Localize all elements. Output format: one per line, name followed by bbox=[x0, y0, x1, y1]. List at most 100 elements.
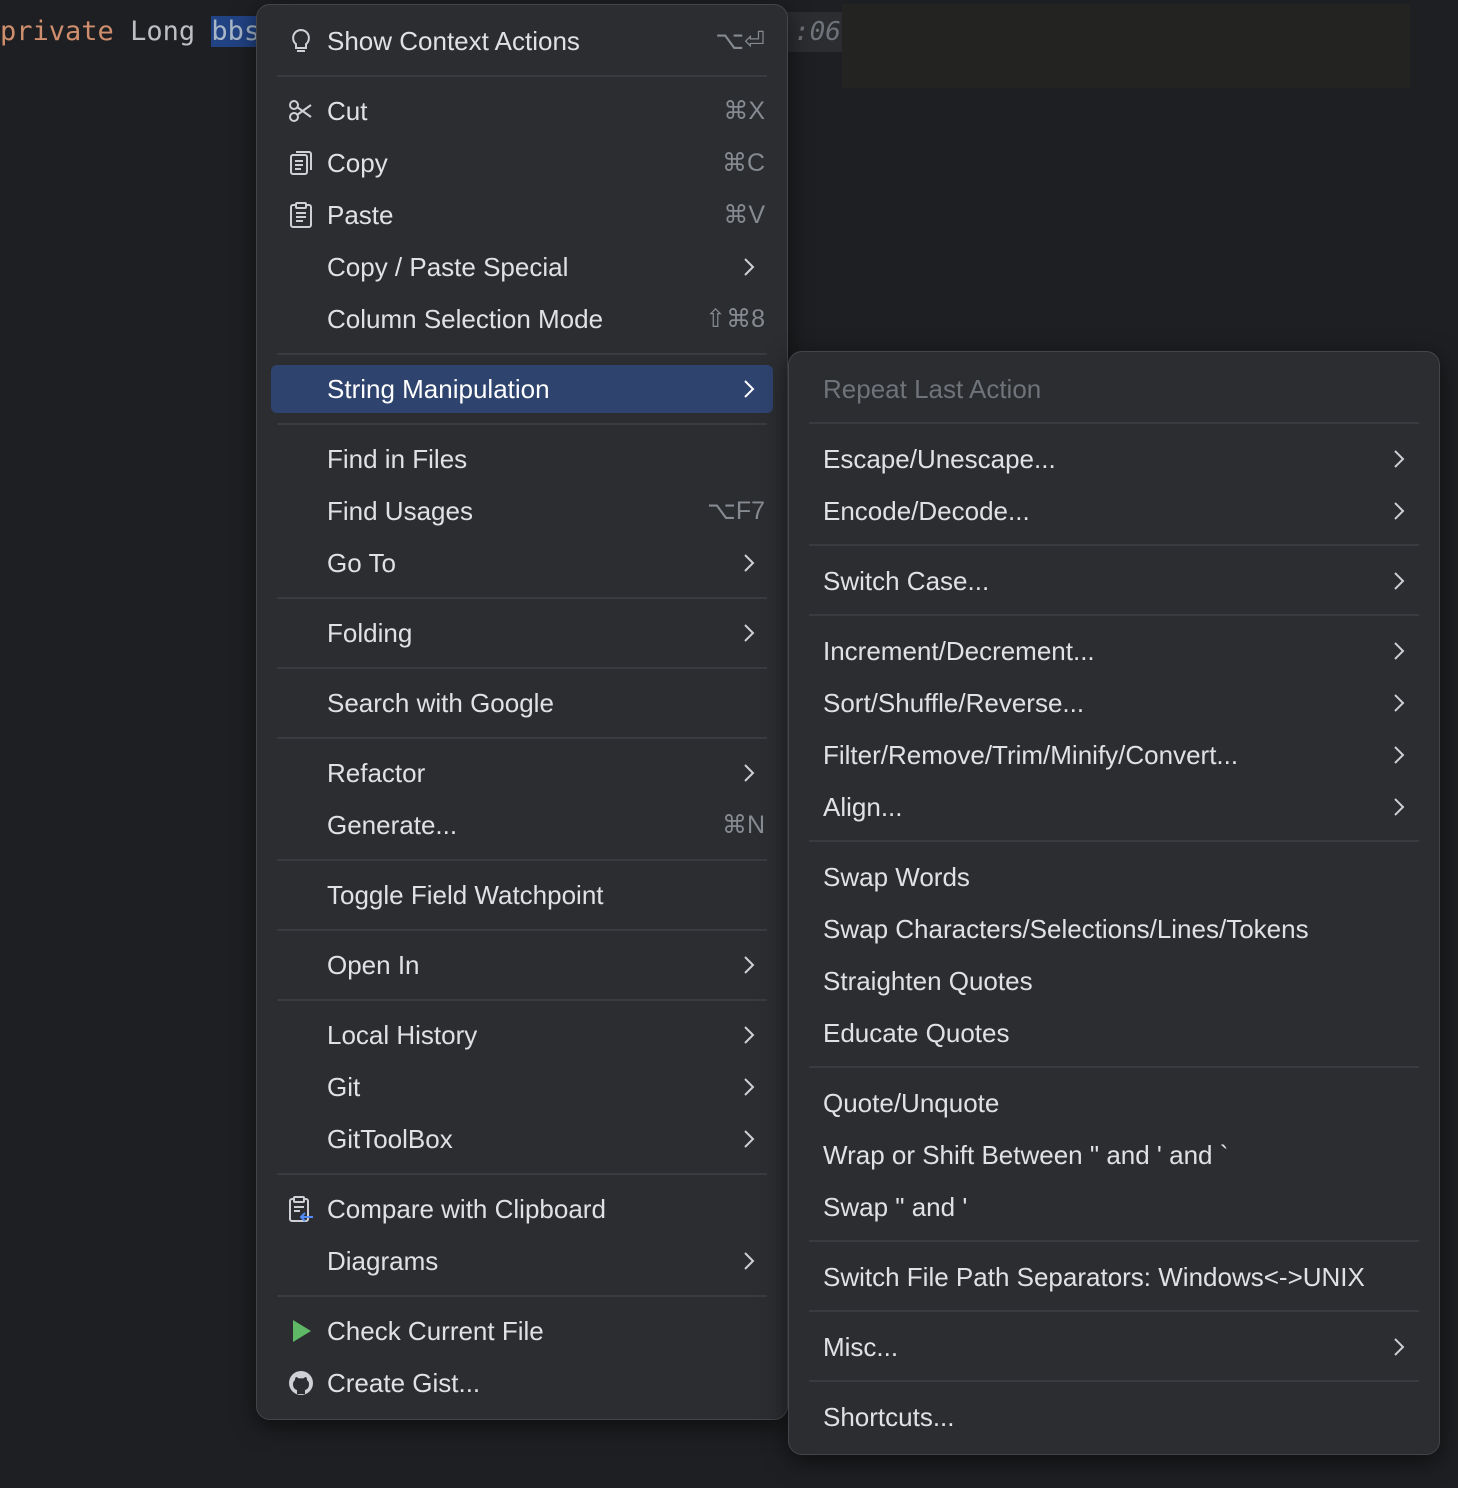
menu-separator bbox=[277, 423, 767, 425]
menu-separator bbox=[809, 422, 1419, 424]
menu-item-label: Git bbox=[327, 1072, 361, 1102]
menu-item-label: Go To bbox=[327, 548, 396, 578]
shortcut-label: ⌘C bbox=[721, 149, 765, 177]
submenu-item-shortcuts[interactable]: Shortcuts... bbox=[809, 1393, 1421, 1441]
menu-item-label: Shortcuts... bbox=[823, 1402, 955, 1432]
submenu-item-swap-quotes[interactable]: Swap " and ' bbox=[809, 1183, 1421, 1231]
github-icon bbox=[289, 1371, 313, 1395]
menu-item-label: Diagrams bbox=[327, 1246, 439, 1276]
menu-item-folding[interactable]: Folding bbox=[271, 609, 773, 657]
menu-item-label: Switch File Path Separators: Windows<->U… bbox=[823, 1262, 1365, 1292]
menu-item-label: Swap Characters/Selections/Lines/Tokens bbox=[823, 914, 1309, 944]
submenu-item-swap-characters[interactable]: Swap Characters/Selections/Lines/Tokens bbox=[809, 905, 1421, 953]
string-manipulation-submenu: Repeat Last Action Escape/Unescape... En… bbox=[788, 351, 1440, 1455]
menu-item-label: Escape/Unescape... bbox=[823, 444, 1056, 474]
menu-item-cut[interactable]: Cut ⌘X bbox=[271, 87, 773, 135]
menu-item-label: Cut bbox=[327, 96, 368, 126]
menu-item-gittoolbox[interactable]: GitToolBox bbox=[271, 1115, 773, 1163]
submenu-item-swap-words[interactable]: Swap Words bbox=[809, 853, 1421, 901]
menu-item-label: Quote/Unquote bbox=[823, 1088, 1000, 1118]
menu-item-string-manipulation[interactable]: String Manipulation bbox=[271, 365, 773, 413]
menu-separator bbox=[277, 999, 767, 1001]
editor-context-menu: Show Context Actions ⌥⏎ Cut ⌘X Copy ⌘C P… bbox=[256, 4, 788, 1420]
compare-clipboard-icon bbox=[289, 1196, 313, 1222]
menu-item-label: Find in Files bbox=[327, 444, 468, 474]
menu-separator bbox=[277, 737, 767, 739]
menu-item-label: Create Gist... bbox=[327, 1368, 481, 1398]
submenu-item-align[interactable]: Align... bbox=[809, 783, 1421, 831]
chevron-right-icon bbox=[744, 258, 755, 276]
submenu-item-misc[interactable]: Misc... bbox=[809, 1323, 1421, 1371]
menu-item-copy[interactable]: Copy ⌘C bbox=[271, 139, 773, 187]
menu-item-label: Toggle Field Watchpoint bbox=[327, 880, 604, 910]
submenu-item-educate-quotes[interactable]: Educate Quotes bbox=[809, 1009, 1421, 1057]
menu-item-label: Search with Google bbox=[327, 688, 554, 718]
menu-item-label: Column Selection Mode bbox=[327, 304, 604, 334]
menu-item-label: Show Context Actions bbox=[327, 26, 580, 56]
menu-item-find-usages[interactable]: Find Usages ⌥F7 bbox=[271, 487, 773, 535]
submenu-item-sort-shuffle-reverse[interactable]: Sort/Shuffle/Reverse... bbox=[809, 679, 1421, 727]
menu-item-copy-paste-special[interactable]: Copy / Paste Special bbox=[271, 243, 773, 291]
menu-item-toggle-field-watchpoint[interactable]: Toggle Field Watchpoint bbox=[271, 871, 773, 919]
chevron-right-icon bbox=[1394, 450, 1405, 468]
menu-item-label: Misc... bbox=[823, 1332, 899, 1362]
menu-item-label: Refactor bbox=[327, 758, 426, 788]
menu-item-label: Wrap or Shift Between " and ' and ` bbox=[823, 1140, 1229, 1170]
menu-separator bbox=[809, 544, 1419, 546]
submenu-item-increment-decrement[interactable]: Increment/Decrement... bbox=[809, 627, 1421, 675]
lightbulb-icon bbox=[292, 28, 310, 52]
submenu-item-switch-case[interactable]: Switch Case... bbox=[809, 557, 1421, 605]
submenu-item-straighten-quotes[interactable]: Straighten Quotes bbox=[809, 957, 1421, 1005]
chevron-right-icon bbox=[744, 1026, 755, 1044]
run-icon bbox=[293, 1320, 311, 1342]
menu-separator bbox=[277, 353, 767, 355]
menu-item-create-gist[interactable]: Create Gist... bbox=[271, 1359, 773, 1407]
shortcut-label: ⌘N bbox=[721, 811, 765, 839]
menu-item-go-to[interactable]: Go To bbox=[271, 539, 773, 587]
submenu-item-filter-remove-trim[interactable]: Filter/Remove/Trim/Minify/Convert... bbox=[809, 731, 1421, 779]
menu-separator bbox=[809, 1066, 1419, 1068]
code-selection[interactable]: bbs bbox=[211, 16, 261, 47]
chevron-right-icon bbox=[744, 1252, 755, 1270]
menu-item-label: Generate... bbox=[327, 810, 458, 840]
menu-separator bbox=[277, 1173, 767, 1175]
menu-item-label: Check Current File bbox=[327, 1316, 544, 1346]
menu-item-diagrams[interactable]: Diagrams bbox=[271, 1237, 773, 1285]
menu-item-open-in[interactable]: Open In bbox=[271, 941, 773, 989]
menu-separator bbox=[277, 597, 767, 599]
menu-item-label: GitToolBox bbox=[327, 1124, 453, 1154]
shortcut-label: ⌘X bbox=[723, 97, 765, 125]
menu-item-compare-with-clipboard[interactable]: Compare with Clipboard bbox=[271, 1185, 773, 1233]
menu-item-column-selection-mode[interactable]: Column Selection Mode ⇧⌘8 bbox=[271, 295, 773, 343]
submenu-item-escape-unescape[interactable]: Escape/Unescape... bbox=[809, 435, 1421, 483]
chevron-right-icon bbox=[744, 956, 755, 974]
menu-item-label: Increment/Decrement... bbox=[823, 636, 1095, 666]
menu-item-label: Sort/Shuffle/Reverse... bbox=[823, 688, 1085, 718]
menu-item-label: Switch Case... bbox=[823, 566, 990, 596]
submenu-item-encode-decode[interactable]: Encode/Decode... bbox=[809, 487, 1421, 535]
menu-item-show-context-actions[interactable]: Show Context Actions ⌥⏎ bbox=[271, 17, 773, 65]
menu-item-paste[interactable]: Paste ⌘V bbox=[271, 191, 773, 239]
submenu-item-repeat-last-action: Repeat Last Action bbox=[809, 365, 1421, 413]
chevron-right-icon bbox=[1394, 694, 1405, 712]
submenu-item-switch-file-path-separators[interactable]: Switch File Path Separators: Windows<->U… bbox=[809, 1253, 1421, 1301]
menu-item-git[interactable]: Git bbox=[271, 1063, 773, 1111]
menu-item-refactor[interactable]: Refactor bbox=[271, 749, 773, 797]
menu-separator bbox=[277, 859, 767, 861]
menu-item-label: Swap Words bbox=[823, 862, 970, 892]
menu-item-label: Swap " and ' bbox=[823, 1192, 968, 1222]
menu-separator bbox=[809, 840, 1419, 842]
menu-item-generate[interactable]: Generate... ⌘N bbox=[271, 801, 773, 849]
submenu-item-wrap-or-shift-quotes[interactable]: Wrap or Shift Between " and ' and ` bbox=[809, 1131, 1421, 1179]
menu-item-label: Align... bbox=[823, 792, 903, 822]
chevron-right-icon bbox=[1394, 642, 1405, 660]
menu-item-label: Repeat Last Action bbox=[823, 374, 1042, 404]
menu-item-local-history[interactable]: Local History bbox=[271, 1011, 773, 1059]
menu-item-check-current-file[interactable]: Check Current File bbox=[271, 1307, 773, 1355]
chevron-right-icon bbox=[744, 1130, 755, 1148]
code-line: private Long bbs bbox=[0, 10, 261, 54]
chevron-right-icon bbox=[744, 380, 755, 398]
menu-item-find-in-files[interactable]: Find in Files bbox=[271, 435, 773, 483]
submenu-item-quote-unquote[interactable]: Quote/Unquote bbox=[809, 1079, 1421, 1127]
menu-item-search-with-google[interactable]: Search with Google bbox=[271, 679, 773, 727]
